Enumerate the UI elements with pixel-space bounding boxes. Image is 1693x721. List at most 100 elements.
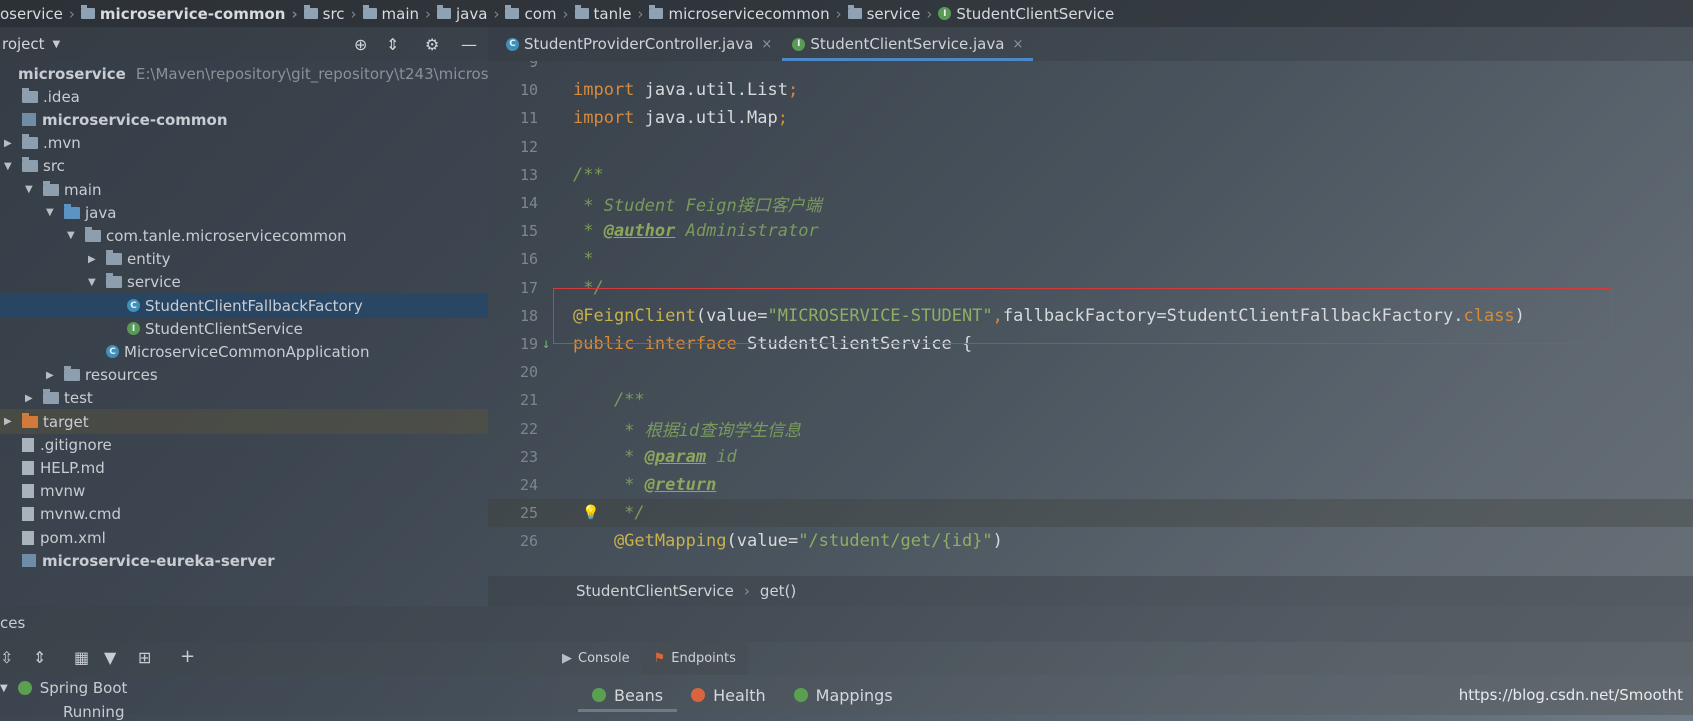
breadcrumb-item[interactable]: main › xyxy=(357,5,431,23)
list-item[interactable]: ▼ Spring Boot xyxy=(0,679,127,697)
code-line[interactable]: 26 @GetMapping(value="/student/get/{id}"… xyxy=(488,527,1693,555)
tree-item[interactable]: HELP.md xyxy=(0,455,488,480)
tab-console[interactable]: ▶ Console xyxy=(550,642,642,675)
line-number: 19 xyxy=(519,335,538,353)
code-line[interactable]: 15 * @author Administrator xyxy=(488,217,1693,245)
breadcrumb-item[interactable]: microservicecommon › xyxy=(643,5,842,23)
breadcrumb-item[interactable]: java › xyxy=(431,5,499,23)
new-tab-icon[interactable]: ⊞ xyxy=(138,648,151,667)
tree-item[interactable]: ▶ resources xyxy=(0,363,488,388)
tree-item[interactable]: C StudentClientFallbackFactory xyxy=(0,293,488,318)
breadcrumb-class[interactable]: StudentClientService xyxy=(576,582,734,600)
breadcrumb-item[interactable]: service › xyxy=(842,5,932,23)
code-line[interactable]: 10 import java.util.List; xyxy=(488,76,1693,104)
code-line[interactable]: 20 xyxy=(488,358,1693,386)
tree-item[interactable]: ▶ test xyxy=(0,386,488,411)
line-number: 22 xyxy=(519,419,538,438)
tree-item[interactable]: mvnw xyxy=(0,479,488,504)
code-line[interactable]: 12 xyxy=(488,133,1693,161)
tree-item[interactable]: ▶ .mvn xyxy=(0,131,488,156)
code-line[interactable]: 13 /** xyxy=(488,161,1693,189)
breadcrumb-method[interactable]: get() xyxy=(760,582,796,600)
tree-item[interactable]: I StudentClientService xyxy=(0,316,488,341)
tree-item[interactable]: ▼ main xyxy=(0,177,488,202)
breadcrumb-item[interactable]: microservice-common › xyxy=(75,5,298,23)
expand-all-icon[interactable]: ⇳ xyxy=(0,648,13,667)
implemented-gutter-icon[interactable]: ↓ xyxy=(542,336,550,352)
tree-item[interactable]: C MicroserviceCommonApplication xyxy=(0,339,488,364)
editor-tab[interactable]: I StudentClientService.java × xyxy=(782,27,1034,61)
collapse-all-icon[interactable]: ⇕ xyxy=(33,648,46,667)
tree-item[interactable]: microservice-eureka-server xyxy=(0,548,488,573)
editor-tab[interactable]: C StudentProviderController.java × xyxy=(496,27,782,61)
code-token: ; xyxy=(777,108,788,129)
locate-icon[interactable]: ⊕ xyxy=(354,35,367,54)
breadcrumb-item[interactable]: I StudentClientService xyxy=(932,5,1114,23)
subtab-beans[interactable]: Beans xyxy=(578,675,678,715)
tree-item[interactable]: ▼ java xyxy=(0,200,488,225)
close-icon[interactable]: × xyxy=(1012,37,1023,52)
tree-item[interactable]: ▼ service xyxy=(0,270,488,295)
code-line[interactable]: 14 * Student Feign接口客户端 xyxy=(488,189,1693,217)
folder-icon xyxy=(362,5,377,19)
close-icon[interactable]: × xyxy=(761,37,772,52)
code-line[interactable]: 25 */💡 xyxy=(488,499,1693,528)
tree-item[interactable]: ▶ target xyxy=(0,409,488,434)
code-line[interactable]: 11 import java.util.Map; xyxy=(488,104,1693,132)
tree-item[interactable]: ▶ entity xyxy=(0,247,488,272)
subtab-label: Health xyxy=(713,685,766,705)
tree-item[interactable]: .idea xyxy=(0,84,488,109)
chevron-right-icon[interactable]: ▶ xyxy=(25,393,35,404)
code-line[interactable]: 9 xyxy=(488,61,1693,76)
breadcrumb-item[interactable]: src › xyxy=(298,5,357,23)
code-token: @author xyxy=(603,221,676,242)
breadcrumb-item[interactable]: oservice › xyxy=(0,5,75,23)
code-text: import java.util.List; xyxy=(573,80,798,100)
chevron-right-icon[interactable]: ▶ xyxy=(4,138,14,149)
chevron-down-icon[interactable]: ▼ xyxy=(88,277,98,288)
tab-endpoints[interactable]: ⚑ Endpoints xyxy=(641,642,748,675)
code-line[interactable]: 23 * @param id xyxy=(488,443,1693,471)
chevron-down-icon[interactable]: ▼ xyxy=(67,230,77,241)
tree-item-label: src xyxy=(43,157,65,176)
tree-item[interactable]: mvnw.cmd xyxy=(0,502,488,527)
tree-item[interactable]: .gitignore xyxy=(0,432,488,457)
line-number: 16 xyxy=(519,250,538,269)
group-icon[interactable]: ▦ xyxy=(74,648,89,667)
breadcrumb-item[interactable]: com › xyxy=(499,5,569,23)
tree-item-label: microservice-eureka-server xyxy=(42,551,275,570)
minimize-icon[interactable]: — xyxy=(461,35,477,54)
tree-item-label: java xyxy=(85,203,117,222)
code-line[interactable]: 22 * 根据id查询学生信息 xyxy=(488,415,1693,443)
chevron-down-icon[interactable]: ▼ xyxy=(53,39,61,50)
lightbulb-icon[interactable]: 💡 xyxy=(582,505,599,521)
chevron-right-icon[interactable]: ▶ xyxy=(46,370,56,381)
tree-item[interactable]: microservice-common xyxy=(0,107,488,132)
code-token: /** xyxy=(573,390,645,411)
list-item[interactable]: Running xyxy=(63,703,124,721)
chevron-right-icon[interactable]: ▶ xyxy=(4,416,14,427)
gear-icon[interactable]: ⚙ xyxy=(425,35,439,54)
code-token: (value= xyxy=(726,531,799,552)
collapse-all-icon[interactable]: ⇕ xyxy=(386,35,399,54)
tree-item[interactable]: ▼ src xyxy=(0,154,488,179)
chevron-down-icon[interactable]: ▼ xyxy=(25,184,35,195)
tree-item[interactable]: pom.xml xyxy=(0,525,488,550)
tree-item[interactable]: ▼ com.tanle.microservicecommon xyxy=(0,223,488,248)
code-line[interactable]: 24 * @return xyxy=(488,471,1693,499)
add-icon[interactable]: + xyxy=(180,646,195,667)
chevron-right-icon[interactable]: ▶ xyxy=(88,254,98,265)
chevron-down-icon: ▼ xyxy=(0,682,8,694)
chevron-down-icon[interactable]: ▼ xyxy=(46,207,56,218)
subtab-health[interactable]: Health xyxy=(677,675,780,715)
tree-item[interactable]: microservice E:\Maven\repository\git_repo… xyxy=(0,61,488,86)
chevron-down-icon[interactable]: ▼ xyxy=(4,161,14,172)
code-token: import xyxy=(573,108,645,129)
subtab-mappings[interactable]: Mappings xyxy=(780,675,907,715)
code-line[interactable]: 16 * xyxy=(488,245,1693,273)
breadcrumb-item[interactable]: tanle › xyxy=(569,5,643,23)
project-panel-title[interactable]: roject xyxy=(2,35,45,53)
line-number: 20 xyxy=(519,363,538,382)
code-line[interactable]: 21 /** xyxy=(488,386,1693,414)
filter-icon[interactable]: ▼ xyxy=(104,648,116,667)
